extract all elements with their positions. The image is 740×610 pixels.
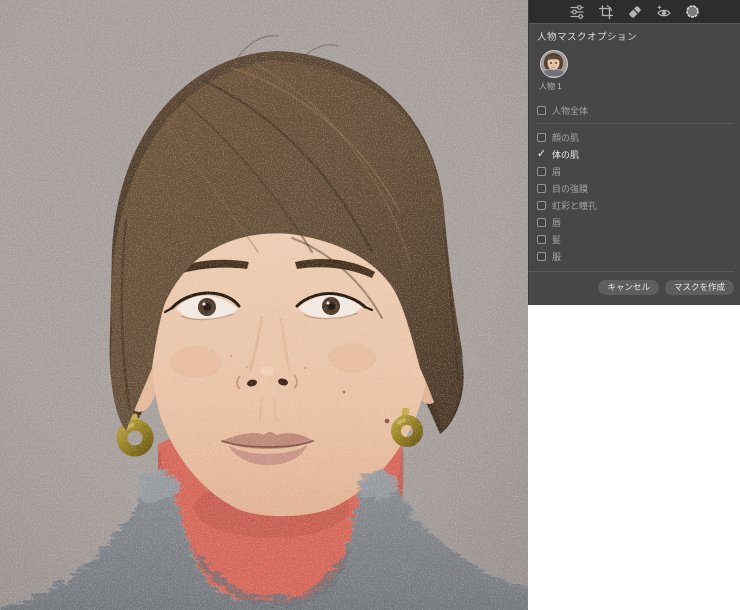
create-mask-button[interactable]: マスクを作成 xyxy=(664,280,734,295)
checkbox-lips[interactable] xyxy=(537,218,546,227)
right-column: 人物マスクオプション 人物 1 人物全体 顔の肌 ✓ 体の肌 眉 目の強膜 虹彩… xyxy=(527,0,740,610)
healing-eraser-icon[interactable] xyxy=(626,3,644,21)
checkbox-body-skin[interactable]: ✓ xyxy=(537,149,546,160)
adjust-sliders-icon[interactable] xyxy=(568,3,586,21)
option-lips[interactable]: 唇 xyxy=(537,214,740,231)
option-eyebrows[interactable]: 眉 xyxy=(537,163,740,180)
option-entire-person[interactable]: 人物全体 xyxy=(537,102,740,118)
cancel-button[interactable]: キャンセル xyxy=(598,280,659,295)
edit-toolbar xyxy=(529,0,740,24)
panel-footer: キャンセル マスクを作成 xyxy=(529,272,740,303)
option-body-skin[interactable]: ✓ 体の肌 xyxy=(537,146,740,163)
person-mask-options-panel: 人物マスクオプション 人物 1 人物全体 顔の肌 ✓ 体の肌 眉 目の強膜 虹彩… xyxy=(527,0,740,305)
mask-options-list: 人物全体 顔の肌 ✓ 体の肌 眉 目の強膜 虹彩と瞳孔 唇 髪 服 xyxy=(529,102,740,265)
crop-rotate-icon[interactable] xyxy=(597,3,615,21)
list-divider xyxy=(537,123,732,124)
option-iris-pupil[interactable]: 虹彩と瞳孔 xyxy=(537,197,740,214)
checkbox-eyebrows[interactable] xyxy=(537,167,546,176)
photo-canvas[interactable] xyxy=(0,0,528,610)
option-clothes[interactable]: 服 xyxy=(537,248,740,265)
checkbox-iris-pupil[interactable] xyxy=(537,201,546,210)
checkbox-hair[interactable] xyxy=(537,235,546,244)
option-face-skin[interactable]: 顔の肌 xyxy=(537,129,740,146)
panel-title: 人物マスクオプション xyxy=(537,32,638,43)
person-name: 人物 1 xyxy=(539,82,562,91)
masking-icon[interactable] xyxy=(684,3,702,21)
checkbox-face-skin[interactable] xyxy=(537,133,546,142)
empty-area xyxy=(528,305,740,610)
checkbox-clothes[interactable] xyxy=(537,252,546,261)
detected-person[interactable]: 人物 1 xyxy=(529,50,740,92)
option-hair[interactable]: 髪 xyxy=(537,231,740,248)
portrait-photo xyxy=(0,0,528,610)
checkbox-entire-person[interactable] xyxy=(537,105,546,115)
app-window: 人物マスクオプション 人物 1 人物全体 顔の肌 ✓ 体の肌 眉 目の強膜 虹彩… xyxy=(0,0,740,610)
option-eye-sclera[interactable]: 目の強膜 xyxy=(537,180,740,197)
checkbox-eye-sclera[interactable] xyxy=(537,184,546,193)
person-avatar[interactable] xyxy=(540,50,568,78)
red-eye-icon[interactable] xyxy=(655,3,673,21)
